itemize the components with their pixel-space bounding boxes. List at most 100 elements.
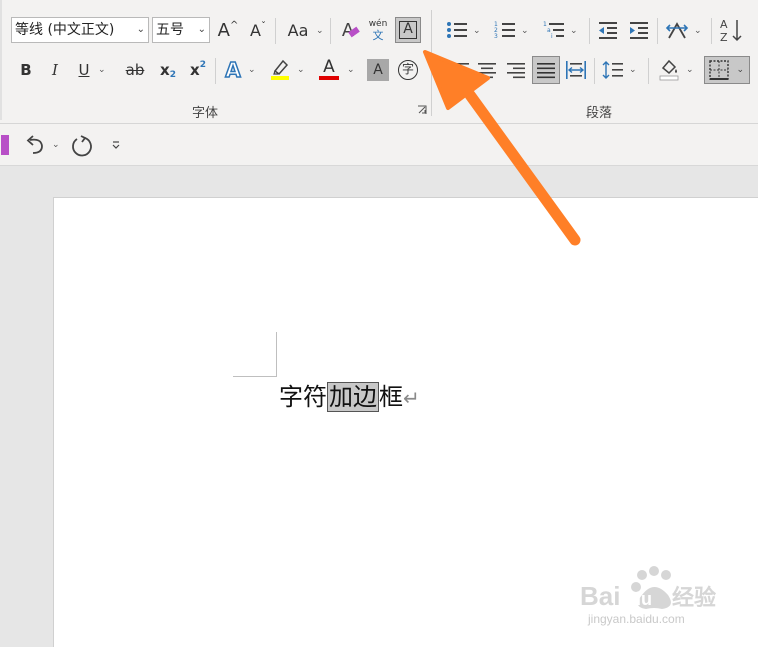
chevron-down-icon[interactable]: ⌄ bbox=[686, 65, 694, 75]
chevron-down-icon[interactable]: ⌄ bbox=[473, 26, 481, 36]
grow-font-button[interactable]: A ^ bbox=[215, 17, 241, 43]
chevron-down-icon[interactable]: ⌄ bbox=[694, 26, 702, 36]
phonetic-bottom-label: 文 bbox=[372, 29, 384, 42]
quick-access-toolbar: ⌄ bbox=[0, 124, 758, 166]
undo-icon bbox=[26, 135, 43, 154]
group-separator bbox=[431, 10, 432, 116]
bordered-selected-text[interactable]: 加边 bbox=[327, 382, 379, 412]
enclose-characters-button[interactable]: 字 bbox=[396, 57, 420, 83]
decrease-indent-button[interactable] bbox=[595, 17, 621, 43]
distributed-button[interactable] bbox=[563, 57, 589, 83]
bullets-button[interactable] bbox=[444, 17, 470, 43]
align-center-button[interactable] bbox=[474, 57, 500, 83]
clear-formatting-button[interactable]: A bbox=[335, 17, 361, 43]
chevron-down-icon[interactable]: ⌄ bbox=[52, 140, 60, 150]
superscript-digit: 2 bbox=[199, 60, 206, 70]
chevron-down-icon[interactable]: ⌄ bbox=[629, 65, 637, 75]
font-size-select[interactable]: 五号 ⌄ bbox=[152, 17, 210, 43]
shrink-font-icon: A bbox=[250, 20, 261, 40]
superscript-icon: x bbox=[190, 61, 200, 79]
customize-qat-button[interactable] bbox=[108, 134, 124, 156]
chevron-down-icon[interactable]: ⌄ bbox=[297, 65, 305, 75]
line-spacing-button[interactable] bbox=[600, 57, 626, 83]
redo-icon bbox=[72, 135, 92, 157]
bold-button[interactable]: B bbox=[14, 57, 38, 83]
document-text: 字符 bbox=[279, 383, 327, 411]
font-color-button[interactable]: A bbox=[315, 55, 343, 83]
separator bbox=[657, 18, 658, 44]
text-effects-icon: A bbox=[224, 57, 241, 83]
text-effects-button[interactable]: A bbox=[220, 57, 246, 83]
character-border-button[interactable]: A bbox=[395, 17, 421, 43]
subscript-digit: 2 bbox=[169, 70, 176, 80]
increase-indent-button[interactable] bbox=[626, 17, 652, 43]
phonetic-guide-button[interactable]: wén 文 bbox=[366, 15, 390, 45]
paint-bucket-icon bbox=[659, 59, 679, 81]
font-size-value: 五号 bbox=[156, 22, 184, 38]
highlight-button[interactable] bbox=[266, 55, 294, 83]
separator bbox=[594, 58, 595, 84]
ribbon-left-border bbox=[0, 0, 2, 120]
undo-button[interactable] bbox=[20, 132, 50, 158]
bold-icon: B bbox=[20, 61, 32, 79]
underline-icon: U bbox=[78, 61, 90, 79]
separator bbox=[648, 58, 649, 84]
align-center-icon bbox=[478, 63, 496, 79]
line-spacing-icon bbox=[602, 61, 623, 79]
align-right-icon bbox=[507, 63, 525, 79]
grow-font-icon: A bbox=[217, 19, 230, 41]
shading-button[interactable] bbox=[655, 55, 683, 83]
align-left-icon bbox=[451, 63, 469, 79]
font-name-select[interactable]: 等线 (中文正文) ⌄ bbox=[11, 17, 149, 43]
bullets-icon bbox=[447, 22, 467, 38]
margin-marker-horizontal bbox=[233, 376, 277, 377]
font-group-label: 字体 bbox=[192, 106, 219, 121]
align-right-button[interactable] bbox=[503, 57, 529, 83]
svg-text:A: A bbox=[720, 18, 728, 31]
ribbon: 等线 (中文正文) ⌄ 五号 ⌄ A ^ Aˇ Aa ⌄ A wén 文 A B … bbox=[0, 0, 758, 124]
multilevel-list-button[interactable]: 1 a i bbox=[541, 17, 567, 43]
svg-text:i: i bbox=[551, 33, 553, 40]
change-case-button[interactable]: Aa bbox=[281, 17, 315, 43]
chinese-layout-button[interactable] bbox=[663, 17, 691, 43]
separator bbox=[275, 18, 276, 44]
chevron-down-icon: ⌄ bbox=[197, 24, 206, 35]
underline-button[interactable]: U bbox=[72, 57, 96, 83]
character-shading-button[interactable]: A bbox=[367, 59, 389, 81]
italic-icon: I bbox=[52, 61, 58, 79]
paragraph-group-label: 段落 bbox=[586, 106, 613, 121]
chevron-down-icon[interactable]: ⌄ bbox=[570, 26, 578, 36]
numbering-icon: 1 2 3 bbox=[494, 21, 515, 40]
subscript-button[interactable]: x2 bbox=[155, 57, 181, 83]
document-text: 框 bbox=[379, 383, 403, 411]
shrink-font-button[interactable]: Aˇ bbox=[245, 17, 271, 43]
dialog-launcher-icon[interactable] bbox=[417, 105, 427, 115]
superscript-button[interactable]: x2 bbox=[185, 57, 211, 83]
chevron-down-icon[interactable]: ⌄ bbox=[521, 26, 529, 36]
chevron-down-icon[interactable]: ⌄ bbox=[248, 65, 256, 75]
decrease-indent-icon bbox=[599, 22, 617, 39]
borders-button[interactable]: ⌄ bbox=[704, 56, 750, 84]
italic-button[interactable]: I bbox=[43, 57, 67, 83]
chevron-down-icon[interactable]: ⌄ bbox=[347, 65, 355, 75]
chevron-down-icon[interactable]: ⌄ bbox=[316, 26, 324, 36]
strikethrough-button[interactable]: ab bbox=[120, 57, 150, 83]
justify-icon bbox=[537, 63, 555, 79]
align-left-button[interactable] bbox=[447, 57, 473, 83]
paragraph-mark: ↵ bbox=[403, 386, 420, 410]
numbering-button[interactable]: 1 2 3 bbox=[492, 17, 518, 43]
sort-button[interactable]: A Z bbox=[717, 15, 745, 45]
svg-text:Z: Z bbox=[720, 31, 728, 44]
svg-text:Bai: Bai bbox=[580, 581, 620, 611]
font-color-icon: A bbox=[323, 57, 335, 77]
save-icon[interactable] bbox=[0, 134, 10, 156]
strikethrough-icon: ab bbox=[125, 61, 145, 79]
multilevel-list-icon: 1 a i bbox=[543, 21, 564, 40]
character-shading-icon: A bbox=[373, 62, 383, 78]
svg-text:经验: 经验 bbox=[672, 585, 716, 611]
chevron-down-icon[interactable]: ⌄ bbox=[98, 65, 106, 75]
document-paragraph[interactable]: 字符加边框↵ bbox=[279, 380, 420, 415]
redo-button[interactable] bbox=[68, 132, 96, 160]
caret-down-icon: ˇ bbox=[260, 20, 266, 32]
justify-button[interactable] bbox=[532, 56, 560, 84]
